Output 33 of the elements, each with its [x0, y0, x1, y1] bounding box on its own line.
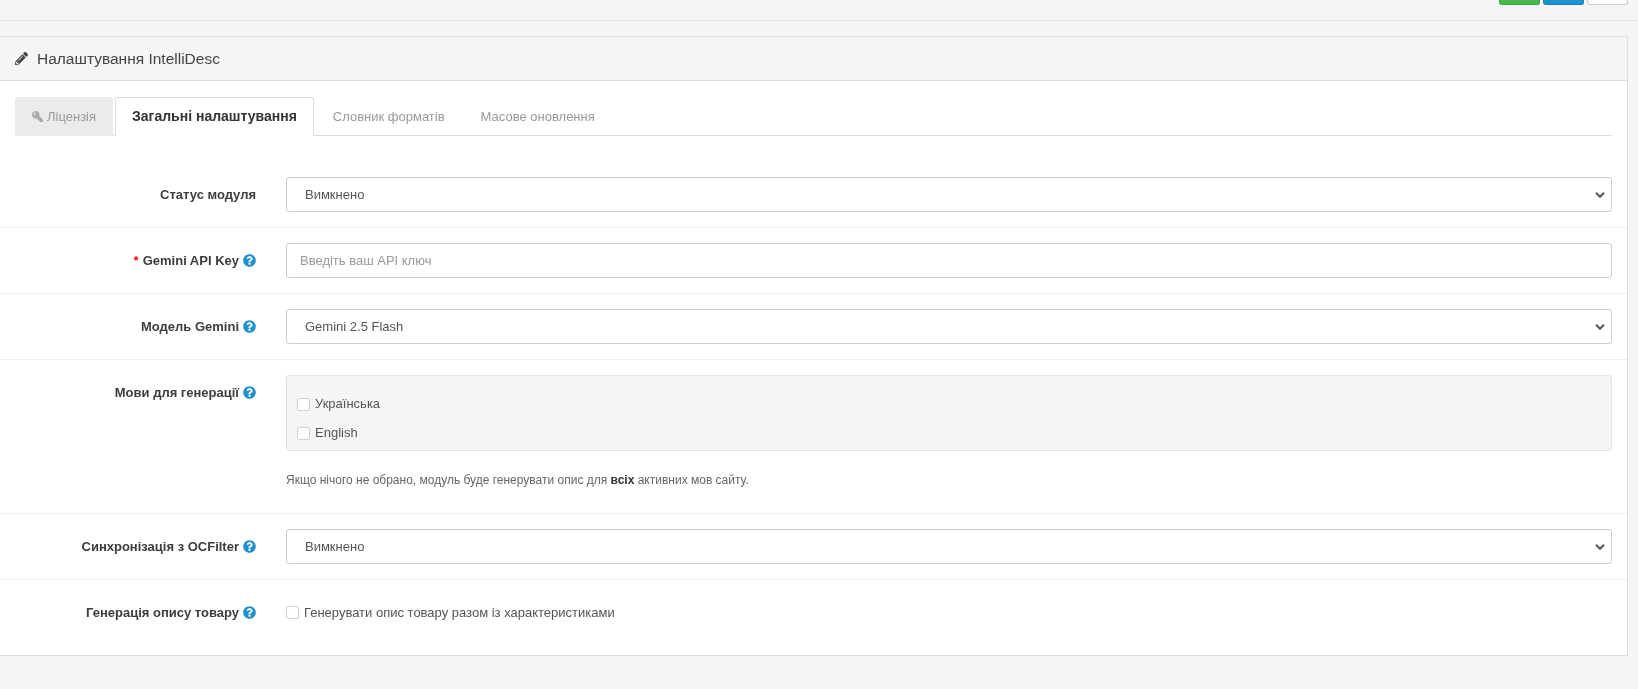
chevron-down-icon [1595, 191, 1605, 198]
checkbox-label[interactable]: Генерувати опис товару разом із характеристиками [304, 602, 615, 623]
tab[interactable]: Загальні налаштування [115, 97, 314, 136]
field-label: Мови для генерації [114, 383, 239, 402]
help-icon[interactable] [243, 386, 256, 399]
select-field[interactable]: Вимкнено [286, 529, 1612, 564]
field-label: Синхронізація з OCFilter [81, 537, 239, 556]
text-field[interactable]: Введіть ваш API ключ [286, 243, 1612, 278]
field-label: Модель Gemini [141, 317, 239, 336]
checkbox-label[interactable]: Українська [315, 394, 381, 414]
help-icon[interactable] [243, 320, 256, 333]
chevron-down-icon [1595, 323, 1605, 330]
toolbar-button[interactable] [1499, 0, 1540, 5]
checkbox[interactable] [297, 397, 310, 411]
required-mark: * [133, 251, 139, 270]
select-field[interactable]: Вимкнено [286, 177, 1612, 212]
key-icon [32, 111, 43, 122]
checkbox[interactable] [297, 426, 310, 440]
help-icon[interactable] [243, 254, 256, 267]
help-icon[interactable] [243, 540, 256, 553]
checkbox[interactable] [286, 606, 299, 619]
toolbar-button[interactable] [1543, 0, 1584, 5]
field-label: Генерація опису товару [85, 603, 239, 622]
panel-title: Налаштування IntelliDesc [37, 48, 220, 69]
chevron-down-icon [1595, 543, 1605, 550]
field-label: Gemini API Key [142, 251, 239, 270]
help-icon[interactable] [243, 606, 256, 619]
select-field[interactable]: Gemini 2.5 Flash [286, 309, 1612, 344]
checkbox-label[interactable]: English [315, 423, 358, 443]
toolbar-button[interactable] [1587, 0, 1628, 5]
help-text: Якщо нічого не обрано, модуль буде генерувати опис для всіх активних мов сайту. [286, 472, 750, 489]
pencil-icon [15, 52, 28, 65]
field-label: Статус модуля [160, 185, 256, 204]
